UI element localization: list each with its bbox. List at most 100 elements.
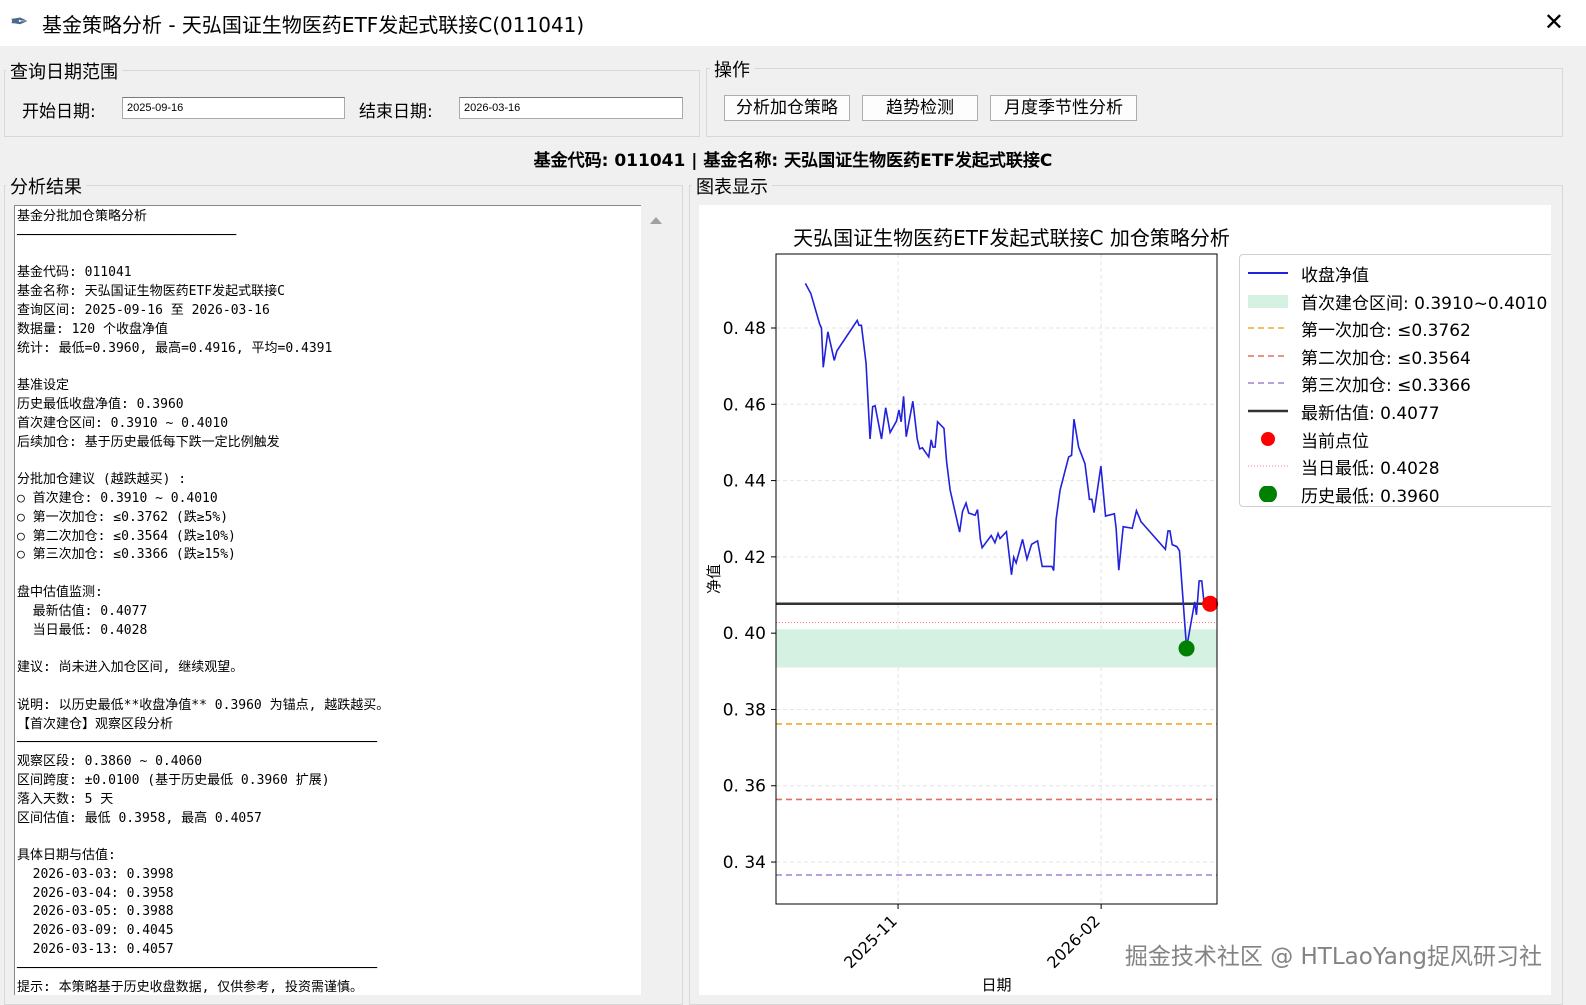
result-line: 统计: 最低=0.3960, 最高=0.4916, 平均=0.4391 [17,340,333,356]
result-line: 落入天数: 5 天 [17,791,114,807]
marker-point [1202,595,1219,612]
y-tick-label: 0. 44 [723,472,766,492]
start-date-input[interactable] [122,97,345,119]
chart-legend: 收盘净值首次建仓区间: 0.3910~0.4010 第一次加仓: ≤0.3762 第… [1239,254,1551,507]
chart-group-label: 图表显示 [692,173,772,199]
app-feather-icon: ✒ [10,10,29,35]
results-textarea[interactable]: 基金分批加仓策略分析 ──────────────────────────── 基金… [14,205,641,995]
y-tick-label: 0. 40 [723,624,766,644]
operations-group-label: 操作 [710,56,754,82]
result-line: ○ 第三次加仓: ≤0.3366 (跌≥15%) [17,547,236,563]
results-scrollbar[interactable] [645,205,667,995]
result-line: 最新估值: 0.4077 [17,603,148,619]
result-line: ────────────────────────────────────────… [17,735,378,751]
first-build-band [776,629,1217,668]
x-tick-label: 2025-11 [840,911,901,972]
chart-title: 天弘国证生物医药ETF发起式联接C 加仓策略分析 [793,226,1230,250]
result-line: 说明: 以历史最低**收盘净值** 0.3960 为锚点, 越跌越买。 [17,697,390,713]
result-line [17,452,639,471]
legend-item: 当前点位 [1240,425,1551,452]
legend-label: 第二次加仓: ≤0.3564 [1301,348,1471,369]
result-line: 基准设定 [17,378,70,394]
y-tick-label: 0. 36 [723,777,766,797]
legend-label: 当前点位 [1301,431,1369,452]
result-line: ──────────────────────────── [17,227,237,243]
legend-swatch-icon [1248,293,1288,309]
y-tick-label: 0. 46 [723,395,766,415]
result-line: ○ 第二次加仓: ≤0.3564 (跌≥10%) [17,528,236,544]
result-line: 建议: 尚未进入加仓区间, 继续观望。 [17,660,244,676]
legend-item: 第二次加仓: ≤0.3564 [1240,342,1551,369]
fund-info-label: 基金代码: 011041 | 基金名称: 天弘国证生物医药ETF发起式联接C [533,151,1053,171]
result-line: 区间跨度: ±0.0100 (基于历史最低 0.3960 扩展) [17,772,330,788]
result-line: 区间估值: 最低 0.3958, 最高 0.4057 [17,810,262,826]
legend-swatch-icon [1248,265,1288,281]
nav-line [804,282,1205,649]
result-line [17,246,639,265]
legend-swatch-icon [1248,375,1288,391]
result-line: 【首次建仓】观察区段分析 [17,716,174,732]
result-line: ○ 首次建仓: 0.3910 ~ 0.4010 [17,490,218,506]
x-tick-label: 2026-02 [1043,911,1104,972]
y-tick-label: 0. 48 [723,319,766,339]
result-line: 首次建仓区间: 0.3910 ~ 0.4010 [17,415,229,431]
y-axis-label: 净值 [705,564,723,594]
result-line: 基金名称: 天弘国证生物医药ETF发起式联接C [17,284,285,300]
monthly-seasonal-button[interactable]: 月度季节性分析 [990,95,1137,121]
end-date-input[interactable] [459,97,683,119]
window-title: 基金策略分析 - 天弘国证生物医药ETF发起式联接C(011041) [42,12,585,37]
result-line: 后续加仓: 基于历史最低每下跌一定比例触发 [17,434,280,450]
trend-detect-button[interactable]: 趋势检测 [862,95,978,121]
result-line: 基金代码: 011041 [17,265,132,281]
legend-item: 首次建仓区间: 0.3910~0.4010 [1240,287,1551,314]
legend-swatch-icon [1248,458,1288,474]
result-line: 查询区间: 2025-09-16 至 2026-03-16 [17,302,270,318]
result-line: 2026-03-05: 0.3988 [17,904,174,920]
legend-item: 当日最低: 0.4028 [1240,452,1551,479]
result-line: 当日最低: 0.4028 [17,622,148,638]
close-icon[interactable]: ✕ [1544,8,1564,36]
result-line: ○ 第一次加仓: ≤0.3762 (跌≥5%) [17,509,229,525]
result-line: 2026-03-13: 0.4057 [17,942,174,958]
result-line: 基金分批加仓策略分析 [17,209,148,224]
analyze-strategy-button[interactable]: 分析加仓策略 [724,95,850,121]
legend-item: 第一次加仓: ≤0.3762 [1240,314,1551,341]
legend-swatch-icon [1248,320,1288,336]
legend-item: 收盘净值 [1240,259,1551,286]
result-line [17,678,639,697]
result-line: 历史最低收盘净值: 0.3960 [17,396,184,412]
y-tick-label: 0. 38 [723,700,766,720]
result-line [17,358,639,377]
legend-item: 第三次加仓: ≤0.3366 [1240,369,1551,396]
start-date-label: 开始日期: [22,102,96,122]
result-line: 2026-03-04: 0.3958 [17,885,174,901]
legend-swatch-icon [1248,403,1288,419]
legend-item: 历史最低: 0.3960 [1240,480,1551,507]
scroll-up-arrow-icon[interactable] [650,217,662,224]
legend-label: 最新估值: 0.4077 [1301,404,1440,424]
legend-label: 历史最低: 0.3960 [1301,486,1440,507]
result-line [17,828,639,847]
legend-swatch-icon [1248,484,1288,503]
legend-swatch-icon [1248,348,1288,364]
legend-label: 第三次加仓: ≤0.3366 [1301,376,1471,397]
result-line [17,565,639,584]
result-line: 2026-03-09: 0.4045 [17,923,174,939]
legend-swatch-icon [1248,431,1288,447]
result-line: 提示: 本策略基于历史收盘数据, 仅供参考, 投资需谨慎。 [17,979,363,995]
date-range-group-label: 查询日期范围 [6,58,122,84]
marker-point [1178,640,1195,657]
result-line: 数据量: 120 个收盘净值 [17,321,168,337]
x-axis-label: 日期 [981,976,1011,994]
result-line: 具体日期与估值: [17,848,116,864]
end-date-label: 结束日期: [359,102,433,122]
result-line: 盘中估值监测: [17,584,103,600]
legend-label: 首次建仓区间: 0.3910~0.4010 [1301,293,1548,314]
legend-label: 当日最低: 0.4028 [1301,459,1440,480]
y-tick-label: 0. 34 [723,853,766,873]
y-tick-label: 0. 42 [723,548,766,568]
plot-frame [775,253,1218,905]
watermark: 掘金技术社区 @ HTLaoYang捉风研习社 [1124,944,1542,970]
legend-item: 最新估值: 0.4077 [1240,397,1551,424]
legend-label: 第一次加仓: ≤0.3762 [1301,321,1471,342]
